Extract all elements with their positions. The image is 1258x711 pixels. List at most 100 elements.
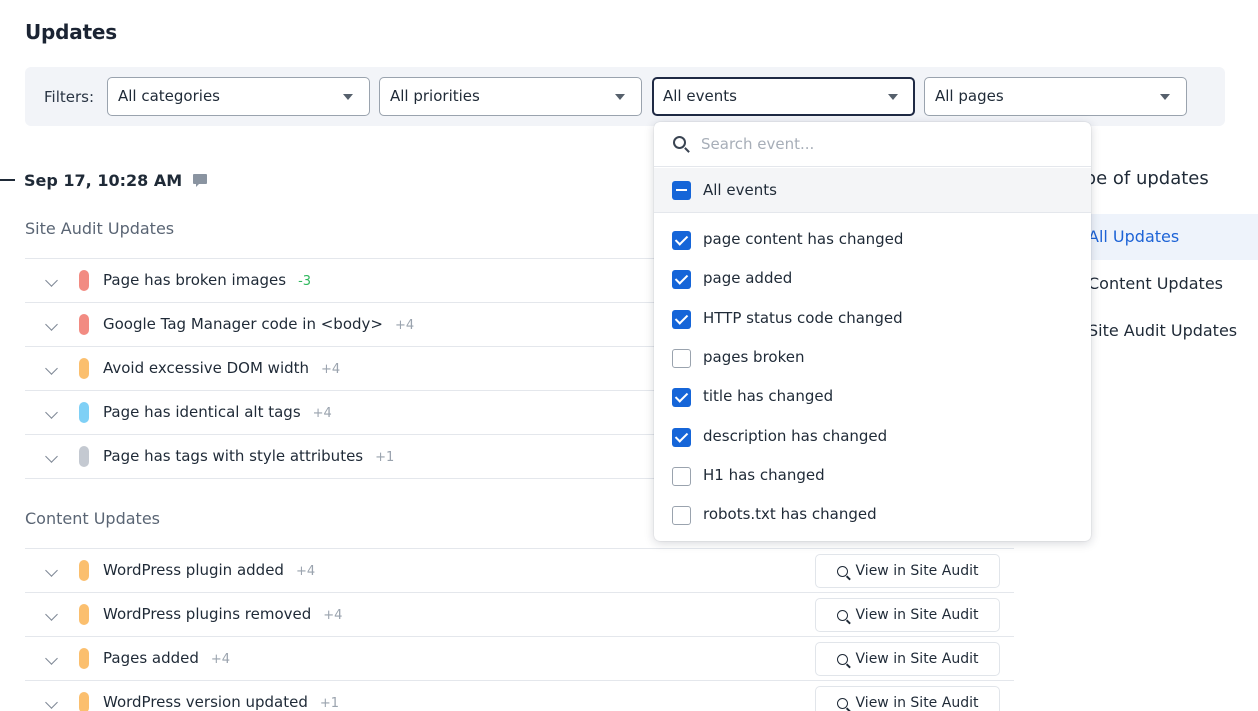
content-list: WordPress plugin added +4 View in Site Aud… [25,548,1014,711]
event-checkbox[interactable] [672,231,691,250]
event-option-title-has-changed[interactable]: title has changed [654,378,1091,417]
chevron-down-icon[interactable] [45,406,58,419]
chevron-down-icon[interactable] [45,274,58,287]
item-delta: +4 [312,406,332,421]
view-in-site-audit-label: View in Site Audit [855,563,979,579]
timeline-dash [0,179,15,181]
event-option-page-content-has-changed[interactable]: page content has changed [654,221,1091,260]
item-delta: +4 [321,362,341,377]
category-select-value: All categories [118,87,220,105]
item-title: WordPress plugin added [103,561,284,579]
all-events-label: All events [703,181,777,199]
priority-indicator [79,648,89,669]
chevron-down-icon [888,94,898,100]
priority-indicator [79,446,89,467]
event-option-description-has-changed[interactable]: description has changed [654,418,1091,457]
priority-indicator [79,358,89,379]
update-type-all-label: All Updates [1088,227,1180,246]
list-item[interactable]: WordPress plugin added +4 View in Site Aud… [25,549,1014,593]
priority-indicator [79,402,89,423]
item-delta: -3 [298,274,312,289]
event-checkbox[interactable] [672,270,691,290]
priority-indicator [79,604,89,625]
chevron-down-icon[interactable] [45,696,58,709]
chevron-down-icon [343,94,353,100]
update-type-all[interactable]: All Updates [1074,214,1258,260]
event-checkbox[interactable] [672,348,691,368]
list-item[interactable]: Pages added +4 View in Site Audit [25,637,1014,681]
event-select[interactable]: All events [652,77,915,116]
item-label: Page has identical alt tags +4 [103,403,332,421]
event-option-robots-txt-has-changed[interactable]: robots.txt has changed [654,496,1091,535]
chevron-down-icon[interactable] [45,362,58,375]
chevron-down-icon[interactable] [45,564,58,577]
chevron-down-icon [615,94,625,100]
list-item[interactable]: WordPress version updated +1 View in Site … [25,681,1014,711]
event-checkbox[interactable] [672,466,691,486]
item-title: Page has identical alt tags [103,403,301,421]
view-in-site-audit-button[interactable]: View in Site Audit [815,686,1000,711]
update-type-content[interactable]: Content Updates [1074,261,1258,307]
item-title: WordPress plugins removed [103,605,312,623]
event-option-h1-has-changed[interactable]: H1 has changed [654,457,1091,496]
search-icon [836,565,848,577]
search-icon [836,609,848,621]
event-option-http-status-code-changed[interactable]: HTTP status code changed [654,300,1091,339]
item-delta: +1 [319,696,340,711]
item-label: Page has broken images -3 [103,271,311,289]
view-in-site-audit-button[interactable]: View in Site Audit [815,598,1000,632]
event-search-input[interactable] [701,133,1071,155]
filter-bar: Filters: All categories All priorities A… [25,67,1225,126]
page-select-value: All pages [935,87,1004,105]
search-icon [836,653,848,665]
filters-label: Filters: [44,88,95,106]
chevron-down-icon[interactable] [45,450,58,463]
item-delta: +4 [210,652,231,667]
event-checkbox[interactable] [672,309,691,329]
event-option-label: description has changed [703,426,888,445]
priority-select[interactable]: All priorities [379,77,642,116]
event-option-page-added[interactable]: page added [654,260,1091,299]
all-events-checkbox[interactable] [672,181,691,200]
content-section-title: Content Updates [25,509,160,528]
priority-indicator [79,692,89,711]
priority-indicator [79,270,89,291]
item-title: Page has broken images [103,271,287,289]
page-select[interactable]: All pages [924,77,1187,116]
list-item[interactable]: WordPress plugins removed +4 View in Site … [25,593,1014,637]
event-option-label: robots.txt has changed [703,505,877,524]
item-label: WordPress version updated +1 [103,693,339,711]
event-option-label: title has changed [703,387,834,406]
item-title: WordPress version updated [103,693,308,711]
event-search [654,122,1091,167]
update-type-site-audit[interactable]: Site Audit Updates [1074,308,1258,354]
view-in-site-audit-button[interactable]: View in Site Audit [815,554,1000,588]
chevron-down-icon[interactable] [45,608,58,621]
event-option-label: HTTP status code changed [703,308,903,327]
event-checkbox[interactable] [672,506,691,526]
view-in-site-audit-button[interactable]: View in Site Audit [815,642,1000,676]
item-delta: +4 [323,608,343,623]
site-audit-section-title: Site Audit Updates [25,219,175,238]
event-checkbox[interactable] [672,427,691,447]
chevron-down-icon[interactable] [45,652,58,665]
view-in-site-audit-label: View in Site Audit [855,651,979,667]
event-checkbox[interactable] [672,388,691,408]
item-delta: +4 [295,564,316,579]
search-icon [673,136,686,149]
event-option-label: pages broken [703,347,805,366]
item-label: WordPress plugin added +4 [103,561,315,579]
item-label: WordPress plugins removed +4 [103,605,342,623]
event-option-label: page added [703,269,793,288]
all-events-option[interactable]: All events [654,168,1091,213]
chevron-down-icon [1160,94,1170,100]
priority-indicator [79,314,89,335]
chevron-down-icon[interactable] [45,318,58,331]
comment-icon[interactable] [193,173,208,187]
category-select[interactable]: All categories [107,77,370,116]
priority-select-value: All priorities [390,87,480,105]
timeline-date: Sep 17, 10:28 AM [24,170,183,190]
item-title: Google Tag Manager code in <body> [103,315,383,333]
item-label: Avoid excessive DOM width +4 [103,359,340,377]
event-option-pages-broken[interactable]: pages broken [654,339,1091,378]
